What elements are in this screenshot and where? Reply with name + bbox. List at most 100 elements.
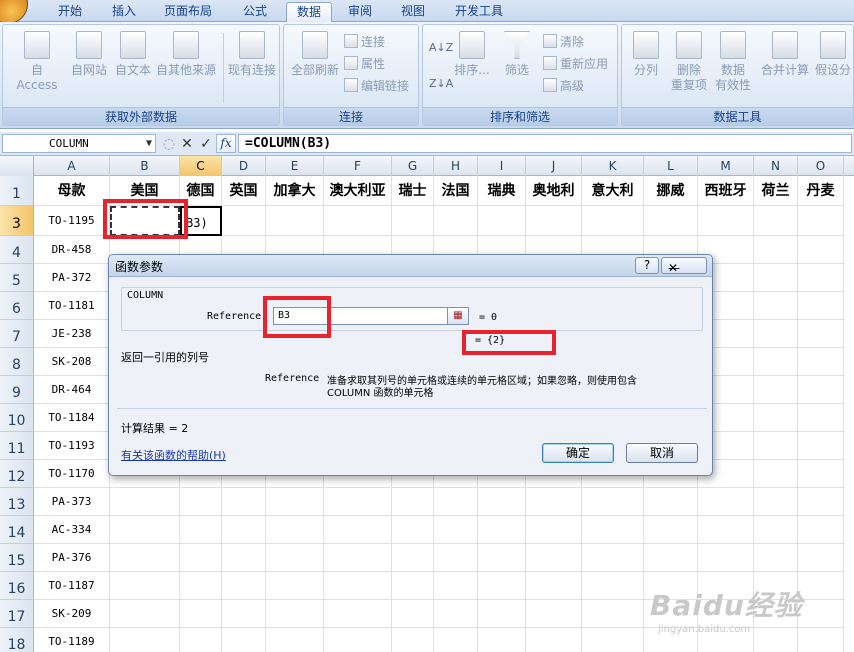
cell[interactable] [526, 206, 582, 236]
cell[interactable] [582, 516, 644, 544]
cell[interactable] [526, 600, 582, 628]
cell[interactable] [478, 572, 526, 600]
cell[interactable] [582, 544, 644, 572]
properties-button[interactable]: 属性 [344, 55, 385, 73]
from-text-button[interactable]: 自文本 [111, 31, 155, 78]
cell[interactable] [478, 488, 526, 516]
cell[interactable] [644, 544, 698, 572]
tab-insert[interactable]: 插入 [98, 2, 150, 22]
cell[interactable] [644, 516, 698, 544]
cell-c3-active[interactable]: B3) [180, 206, 222, 236]
data-validation-button[interactable]: 数据 有效性 [710, 31, 756, 93]
cell[interactable] [798, 432, 844, 460]
header-cell[interactable]: 荷兰 [754, 176, 798, 206]
tab-page-layout[interactable]: 页面布局 [152, 2, 224, 22]
cell[interactable] [324, 572, 392, 600]
row-header[interactable]: 9 [0, 376, 34, 404]
cell[interactable] [798, 488, 844, 516]
from-access-button[interactable]: 自 Access [9, 31, 65, 93]
code-cell[interactable]: AC-334 [34, 516, 110, 544]
cell[interactable] [754, 432, 798, 460]
cell[interactable] [754, 264, 798, 292]
cell[interactable] [110, 600, 180, 628]
chevron-down-icon[interactable]: ▼ [146, 135, 152, 152]
clear-filter-button[interactable]: 清除 [543, 33, 584, 51]
insert-function-button[interactable]: fx [216, 134, 236, 153]
cell[interactable] [644, 488, 698, 516]
cell[interactable] [798, 516, 844, 544]
cell[interactable] [392, 488, 434, 516]
existing-connections-button[interactable]: 现有连接 [225, 31, 279, 78]
cell[interactable] [324, 516, 392, 544]
confirm-edit-button[interactable]: ✓ [197, 135, 215, 153]
from-other-sources-button[interactable]: 自其他来源 [153, 31, 219, 78]
header-cell[interactable]: 德国 [180, 176, 222, 206]
cell[interactable] [754, 348, 798, 376]
row-header[interactable]: 4 [0, 236, 34, 264]
cell[interactable] [266, 206, 324, 236]
cell[interactable] [582, 206, 644, 236]
cell[interactable] [798, 348, 844, 376]
what-if-analysis-button[interactable]: 假设分 [812, 31, 854, 78]
cell[interactable] [798, 544, 844, 572]
code-cell[interactable]: TO-1170 [34, 460, 110, 488]
cell[interactable] [526, 516, 582, 544]
code-cell[interactable]: TO-1184 [34, 404, 110, 432]
cell[interactable] [698, 544, 754, 572]
cell[interactable] [478, 206, 526, 236]
cell[interactable] [754, 516, 798, 544]
code-cell[interactable]: PA-373 [34, 488, 110, 516]
cell[interactable] [392, 572, 434, 600]
cell[interactable] [392, 600, 434, 628]
cell[interactable] [324, 544, 392, 572]
column-header-o[interactable]: O [798, 156, 844, 176]
tab-home[interactable]: 开始 [44, 2, 96, 22]
cell[interactable] [754, 320, 798, 348]
header-cell[interactable]: 法国 [434, 176, 478, 206]
function-help-link[interactable]: 有关该函数的帮助(H) [121, 447, 226, 463]
cell-b3-referenced[interactable] [110, 206, 180, 236]
cell[interactable] [180, 544, 222, 572]
cell[interactable] [110, 516, 180, 544]
row-header[interactable]: 3 [0, 206, 34, 236]
header-cell[interactable]: 意大利 [582, 176, 644, 206]
cell[interactable] [478, 600, 526, 628]
cell[interactable] [324, 600, 392, 628]
cell[interactable] [754, 206, 798, 236]
cell[interactable] [582, 488, 644, 516]
collapse-dialog-icon[interactable]: ▦ [447, 307, 469, 325]
cell[interactable] [222, 544, 266, 572]
from-web-button[interactable]: 自网站 [67, 31, 111, 78]
cell[interactable] [110, 628, 180, 652]
header-cell[interactable]: 美国 [110, 176, 180, 206]
cancel-edit-button[interactable]: ✕ [178, 135, 196, 153]
cell[interactable] [434, 544, 478, 572]
row-header[interactable]: 7 [0, 320, 34, 348]
cell[interactable] [222, 628, 266, 652]
cell[interactable] [798, 264, 844, 292]
column-header-k[interactable]: K [582, 156, 644, 176]
cell[interactable] [110, 572, 180, 600]
sort-asc-button[interactable]: A↓Z [429, 39, 453, 57]
code-cell[interactable]: TO-1187 [34, 572, 110, 600]
header-cell[interactable]: 澳大利亚 [324, 176, 392, 206]
cell[interactable] [582, 572, 644, 600]
cell[interactable] [392, 628, 434, 652]
row-header[interactable]: 1 [0, 176, 34, 206]
cell[interactable] [266, 488, 324, 516]
consolidate-button[interactable]: 合并计算 [758, 31, 812, 78]
header-cell[interactable]: 挪威 [644, 176, 698, 206]
header-cell[interactable]: 英国 [222, 176, 266, 206]
filter-button[interactable]: 筛选 [499, 31, 535, 78]
row-header[interactable]: 16 [0, 572, 34, 600]
row-header[interactable]: 10 [0, 404, 34, 432]
text-to-columns-button[interactable]: 分列 [626, 31, 666, 78]
cell[interactable] [180, 516, 222, 544]
cell[interactable] [798, 236, 844, 264]
code-cell[interactable]: JE-238 [34, 320, 110, 348]
code-cell[interactable]: PA-372 [34, 264, 110, 292]
cell[interactable] [434, 628, 478, 652]
column-header-e[interactable]: E [266, 156, 324, 176]
cell[interactable] [434, 572, 478, 600]
cell[interactable] [180, 488, 222, 516]
